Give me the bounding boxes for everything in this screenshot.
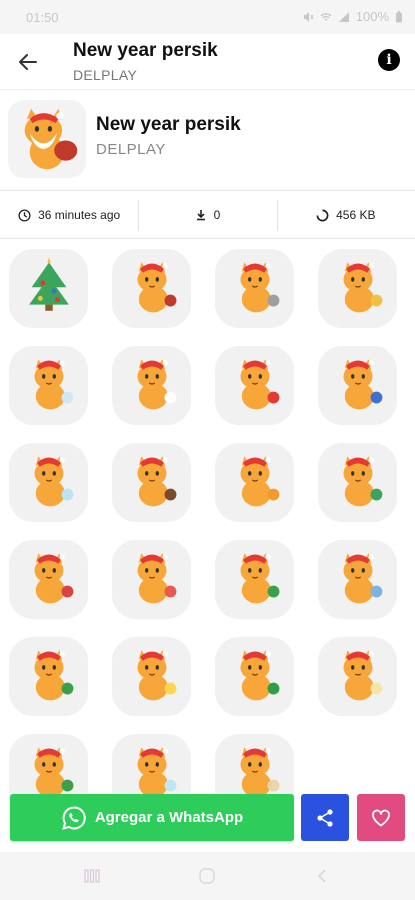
info-icon: i [386,52,392,68]
size-text: 456 KB [336,208,376,222]
system-nav-bar [0,852,415,900]
sticker-cat-snow[interactable] [9,346,88,425]
pack-title: New year persik [96,114,241,135]
nav-back-button[interactable] [310,866,334,886]
battery-icon [396,10,402,22]
download-icon [196,210,205,221]
loading-circle-icon [316,209,329,221]
chevron-left-icon [317,869,326,883]
stat-downloads: 0 [138,192,276,238]
cat-sitting-snacks-icon [325,253,391,324]
share-button[interactable] [301,794,349,841]
favorite-button[interactable] [357,794,405,841]
santa-cat-bag-icon [119,253,185,324]
status-bar: 01:50 100% [0,0,415,34]
sticker-snowman-cat[interactable] [9,443,88,522]
sticker-cat-orange-hat[interactable] [215,443,294,522]
page-title: New year persik [73,40,218,61]
sticker-cat-sparkler[interactable] [112,637,191,716]
home-icon [199,868,215,884]
cat-green-sweater-icon [222,544,288,615]
sticker-cat-green-sweater[interactable] [215,540,294,619]
cat-sweets-icon [119,544,185,615]
sticker-cat-snowball[interactable] [112,346,191,425]
clock-icon [18,208,31,222]
sticker-christmas-tree[interactable] [9,249,88,328]
sticker-cat-lying-gifts[interactable] [9,540,88,619]
heart-icon [372,809,390,826]
stat-updated: 36 minutes ago [0,192,138,238]
battery-percent: 100% [355,9,389,24]
whatsapp-icon [61,805,86,830]
stat-size: 456 KB [276,192,415,238]
signal-icon [338,11,349,22]
santa-cat-bag-icon [24,108,78,170]
sticker-cat-gift[interactable] [318,443,397,522]
updated-text: 36 minutes ago [38,208,121,222]
mute-icon [303,11,314,22]
sticker-cat-santa-beard[interactable] [215,346,294,425]
cat-snow-icon [16,350,82,421]
downloads-count: 0 [213,208,221,222]
pack-thumbnail [8,100,86,178]
cat-holly-icon [222,641,288,712]
status-time: 01:50 [26,10,59,25]
pack-author: DELPLAY [96,141,166,158]
cat-champagne-icon [325,641,391,712]
sticker-cat-holly[interactable] [215,637,294,716]
whatsapp-button-label: Agregar a WhatsApp [94,809,244,826]
share-icon [317,808,333,827]
arrow-left-icon [19,54,37,70]
cat-headphones-icon [325,350,391,421]
home-button[interactable] [195,866,219,886]
cat-bear-costume-icon [119,447,185,518]
sticker-cat-sitting-snacks[interactable] [318,249,397,328]
sticker-cat-racket[interactable] [318,540,397,619]
cat-sparkler-icon [119,641,185,712]
cat-racket-icon [325,544,391,615]
cat-lying-gifts-icon [16,544,82,615]
stats-row: 36 minutes ago 0 456 KB [0,192,415,239]
sticker-cat-reading-book[interactable] [9,637,88,716]
sticker-cat-with-friend[interactable] [215,249,294,328]
sticker-santa-cat-bag[interactable] [112,249,191,328]
christmas-tree-icon [18,255,80,322]
sticker-cat-sweets[interactable] [112,540,191,619]
sticker-cat-champagne[interactable] [318,637,397,716]
app-bar: New year persik DELPLAY i [0,34,415,90]
pack-header: New year persik DELPLAY [0,90,415,191]
wifi-icon [320,12,332,21]
recent-apps-icon [84,869,100,883]
info-button[interactable]: i [378,49,400,71]
cat-gift-icon [325,447,391,518]
cat-snowball-icon [119,350,185,421]
cat-reading-book-icon [16,641,82,712]
snowman-cat-icon [16,447,82,518]
recent-apps-button[interactable] [80,866,104,886]
cat-with-friend-icon [222,253,288,324]
status-icons: 100% [302,9,403,24]
cat-santa-beard-icon [222,350,288,421]
page-subtitle: DELPLAY [73,67,138,83]
cat-orange-hat-icon [222,447,288,518]
sticker-cat-headphones[interactable] [318,346,397,425]
back-button[interactable] [14,48,42,76]
add-to-whatsapp-button[interactable]: Agregar a WhatsApp [10,794,294,841]
sticker-cat-bear-costume[interactable] [112,443,191,522]
